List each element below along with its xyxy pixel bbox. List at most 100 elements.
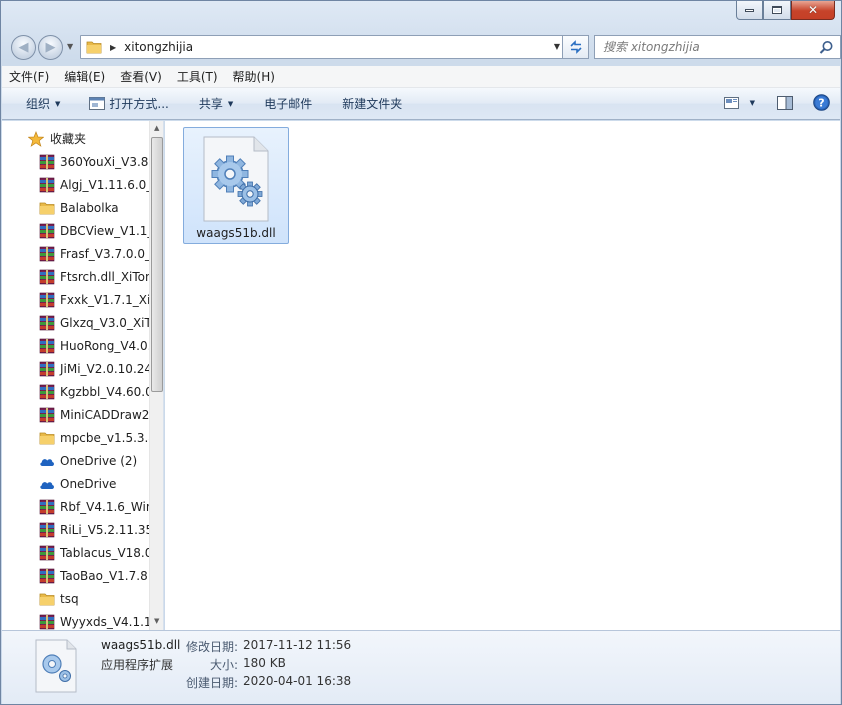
scroll-up-icon[interactable]: ▲ (154, 124, 159, 132)
nav-item[interactable]: Rbf_V4.1.6_Win8 (2, 495, 149, 518)
recent-pages-dropdown[interactable]: ▼ (67, 42, 73, 51)
nav-item[interactable]: RiLi_V5.2.11.354 (2, 518, 149, 541)
menu-edit[interactable]: 编辑(E) (64, 68, 105, 85)
rar-icon (39, 269, 55, 285)
nav-item[interactable]: JiMi_V2.0.10.24_ (2, 357, 149, 380)
open-with-label: 打开方式... (109, 97, 169, 111)
nav-pane-scrollbar[interactable]: ▲ ▼ (149, 121, 163, 630)
dll-gear-icon (203, 136, 269, 222)
menu-help[interactable]: 帮助(H) (233, 68, 275, 85)
address-history-dropdown[interactable]: ▼ (554, 42, 560, 51)
breadcrumb-current[interactable]: xitongzhijia (124, 40, 193, 54)
rar-icon (39, 614, 55, 630)
scrollbar-thumb[interactable] (151, 137, 163, 392)
share-button[interactable]: 共享 ▼ (199, 95, 233, 112)
nav-item[interactable]: Glxzq_V3.0_XiTo (2, 311, 149, 334)
rar-icon (39, 384, 55, 400)
star-icon (28, 130, 44, 147)
back-button[interactable]: ◀ (11, 35, 36, 60)
view-options-chevron-icon[interactable]: ▼ (750, 99, 755, 107)
address-bar[interactable]: ▶ xitongzhijia ▼ (80, 35, 566, 59)
rar-icon (39, 177, 55, 193)
detail-modified-label: 修改日期: (185, 640, 238, 654)
view-controls: ▼ ? (723, 94, 830, 111)
file-item[interactable]: waags51b.dll (183, 127, 289, 244)
rar-icon (39, 522, 55, 538)
menu-view[interactable]: 查看(V) (120, 68, 162, 85)
nav-item[interactable]: Wyyxds_V4.1.1. (2, 610, 149, 630)
favorites-node[interactable]: 收藏夹 (2, 127, 149, 150)
refresh-button[interactable] (562, 35, 589, 59)
file-list-pane: waags51b.dll (165, 121, 840, 630)
nav-item[interactable]: Kgzbbl_V4.60.0 (2, 380, 149, 403)
nav-item[interactable]: MiniCADDraw20 (2, 403, 149, 426)
email-button[interactable]: 电子邮件 (264, 95, 312, 112)
nav-item-label: 360YouXi_V3.8.7 (60, 154, 149, 169)
share-label: 共享 (198, 97, 223, 111)
refresh-icon (569, 40, 582, 54)
nav-item[interactable]: Ftsrch.dll_XiTon (2, 265, 149, 288)
rar-icon (39, 338, 55, 354)
detail-size-label: 大小: (209, 658, 238, 672)
back-arrow-icon: ◀ (18, 40, 29, 55)
favorites-label: 收藏夹 (50, 132, 87, 146)
nav-item[interactable]: Frasf_V3.7.0.0_X (2, 242, 149, 265)
menu-tools[interactable]: 工具(T) (177, 68, 218, 85)
nav-item[interactable]: Balabolka (2, 196, 149, 219)
help-icon[interactable]: ? (813, 94, 830, 111)
breadcrumb-arrow-icon[interactable]: ▶ (110, 43, 116, 52)
new-folder-label: 新建文件夹 (342, 97, 403, 111)
new-folder-button[interactable]: 新建文件夹 (342, 95, 402, 112)
nav-item-label: TaoBao_V1.7.8. (60, 568, 149, 583)
scroll-down-icon[interactable]: ▼ (154, 617, 159, 625)
rar-icon (39, 568, 55, 584)
nav-item[interactable]: HuoRong_V4.0. (2, 334, 149, 357)
nav-item[interactable]: tsq (2, 587, 149, 610)
rar-icon (39, 246, 55, 262)
dll-gear-icon (35, 639, 77, 693)
rar-icon (39, 154, 55, 170)
menu-file[interactable]: 文件(F) (9, 68, 49, 85)
command-bar: 组织 ▼ 打开方式... 共享 ▼ 电子邮件 新建文件夹 ▼ ? (2, 88, 840, 120)
navigation-bar: ◀ ▶ ▼ ▶ xitongzhijia ▼ (9, 32, 841, 60)
maximize-button[interactable] (763, 1, 791, 20)
onedrive-icon (39, 453, 55, 469)
file-name: waags51b.dll (196, 226, 276, 240)
nav-item[interactable]: Tablacus_V18.0 (2, 541, 149, 564)
nav-item[interactable]: TaoBao_V1.7.8. (2, 564, 149, 587)
nav-item[interactable]: OneDrive (2) (2, 449, 149, 472)
nav-item-label: Rbf_V4.1.6_Win8 (60, 499, 149, 514)
nav-item-label: Ftsrch.dll_XiTon (60, 269, 149, 284)
detail-size-value: 180 KB (243, 656, 286, 670)
nav-item-label: JiMi_V2.0.10.24_ (60, 361, 149, 376)
nav-item[interactable]: OneDrive (2, 472, 149, 495)
search-input[interactable] (603, 40, 813, 54)
detail-created-label: 创建日期: (185, 676, 238, 690)
nav-item-label: Kgzbbl_V4.60.0 (60, 384, 149, 399)
nav-item[interactable]: mpcbe_v1.5.3.4 (2, 426, 149, 449)
rar-icon (39, 499, 55, 515)
detail-created-value: 2020-04-01 16:38 (243, 674, 352, 688)
close-button[interactable]: ✕ (791, 1, 835, 20)
nav-item[interactable]: 360YouXi_V3.8.7 (2, 150, 149, 173)
nav-item-label: OneDrive (2) (60, 453, 138, 468)
organize-button[interactable]: 组织 ▼ (26, 95, 60, 112)
svg-text:?: ? (818, 97, 824, 110)
preview-pane-icon[interactable] (777, 95, 793, 110)
nav-item[interactable]: Algj_V1.11.6.0_X (2, 173, 149, 196)
open-with-icon (89, 97, 106, 110)
open-with-button[interactable]: 打开方式... (89, 95, 169, 112)
forward-button[interactable]: ▶ (38, 35, 63, 60)
menu-bar: 文件(F) 编辑(E) 查看(V) 工具(T) 帮助(H) (2, 66, 840, 88)
folder-icon (39, 430, 55, 446)
rar-icon (39, 407, 55, 423)
search-icon[interactable] (819, 40, 834, 55)
nav-item-label: Fxxk_V1.7.1_XiTo (60, 292, 149, 307)
nav-item[interactable]: Fxxk_V1.7.1_XiTo (2, 288, 149, 311)
email-label: 电子邮件 (264, 97, 313, 111)
nav-item-label: DBCView_V1.1_X (60, 223, 149, 238)
change-view-icon[interactable] (723, 96, 740, 110)
search-box (594, 35, 841, 59)
nav-item[interactable]: DBCView_V1.1_X (2, 219, 149, 242)
minimize-button[interactable] (736, 1, 763, 20)
